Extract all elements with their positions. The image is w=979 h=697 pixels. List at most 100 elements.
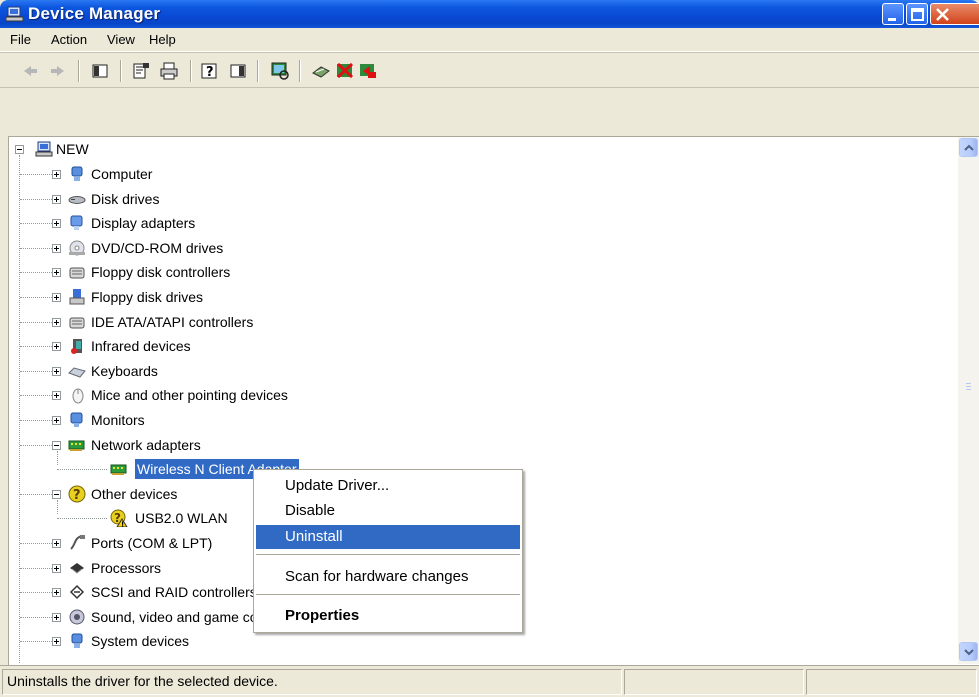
tree-root-label[interactable]: NEW [56, 139, 89, 159]
tree-connector [20, 568, 56, 570]
menu-update-driver[interactable]: Update Driver... [256, 474, 520, 498]
controller-icon [69, 267, 85, 279]
expand-toggle[interactable] [52, 219, 61, 228]
expand-toggle[interactable] [52, 268, 61, 277]
menu-help[interactable]: Help [149, 32, 176, 47]
monitor-icon [70, 412, 83, 427]
vertical-scrollbar[interactable] [958, 137, 979, 664]
scroll-down-button[interactable] [959, 642, 978, 661]
tree-label: Mice and other pointing devices [91, 387, 288, 403]
expand-toggle[interactable] [52, 637, 61, 646]
expand-toggle[interactable] [52, 564, 61, 573]
unknown-device-warning-icon: ?! [110, 509, 128, 527]
show-hide-console-tree-icon[interactable] [90, 61, 110, 81]
menu-separator [256, 594, 520, 595]
help-icon[interactable]: ? [200, 61, 220, 81]
tree-connector [20, 174, 56, 176]
menu-action[interactable]: Action [51, 32, 87, 47]
menu-bar: File Action View Help [0, 28, 979, 52]
network-adapter-icon [68, 440, 85, 451]
computer-icon [35, 141, 53, 157]
menu-scan-hardware[interactable]: Scan for hardware changes [256, 565, 520, 589]
processor-icon [70, 563, 84, 574]
network-adapter-icon [110, 464, 127, 475]
tree-connector [20, 322, 56, 324]
sound-icon [69, 609, 85, 625]
display-adapter-icon [70, 215, 83, 230]
expand-toggle[interactable] [52, 195, 61, 204]
expand-toggle[interactable] [52, 293, 61, 302]
context-menu: Update Driver... Disable Uninstall Scan … [253, 469, 523, 633]
tree-label: IDE ATA/ATAPI controllers [91, 314, 254, 330]
status-text: Uninstalls the driver for the selected d… [7, 673, 278, 689]
menu-disable[interactable]: Disable [256, 499, 520, 523]
close-button[interactable] [930, 3, 979, 25]
window-title: Device Manager [28, 4, 161, 23]
tree-connector [20, 199, 56, 201]
expand-toggle[interactable] [52, 391, 61, 400]
tree-connector [20, 592, 56, 594]
tree-connector [20, 641, 56, 643]
tree-label: SCSI and RAID controllers [91, 584, 257, 600]
tree-label: Other devices [91, 486, 178, 502]
scroll-grip [966, 386, 971, 387]
minimize-button[interactable] [882, 3, 904, 25]
collapse-toggle[interactable] [52, 441, 61, 450]
tree-label: System devices [91, 633, 190, 649]
tree-connector [20, 395, 56, 397]
maximize-button[interactable] [906, 3, 928, 25]
print-icon[interactable] [159, 61, 179, 81]
cd-rom-icon [69, 240, 85, 256]
collapse-toggle[interactable] [15, 145, 24, 154]
scroll-up-button[interactable] [959, 138, 978, 157]
toolbar: ? [0, 52, 979, 88]
menu-view[interactable]: View [107, 32, 135, 47]
tree-label: Ports (COM & LPT) [91, 535, 213, 551]
collapse-toggle[interactable] [52, 490, 61, 499]
tree-connector [20, 272, 56, 274]
toolbar-separator [299, 60, 301, 82]
expand-toggle[interactable] [52, 170, 61, 179]
tree-label: Keyboards [91, 363, 158, 379]
tree-label: Network adapters [91, 437, 201, 453]
tree-connector [20, 420, 56, 422]
tree-connector [57, 518, 107, 520]
menu-uninstall[interactable]: Uninstall [256, 525, 520, 549]
tree-label: Floppy disk drives [91, 289, 204, 305]
expand-toggle[interactable] [52, 318, 61, 327]
expand-toggle[interactable] [52, 613, 61, 622]
mouse-icon [72, 388, 84, 404]
expand-toggle[interactable] [52, 367, 61, 376]
back-icon[interactable] [20, 61, 40, 81]
tree-label: Floppy disk controllers [91, 264, 231, 280]
expand-toggle[interactable] [52, 539, 61, 548]
scan-hardware-icon[interactable] [270, 61, 290, 81]
computer-icon [71, 166, 83, 181]
disable-device-icon[interactable] [335, 61, 355, 81]
forward-icon[interactable] [48, 61, 68, 81]
properties-icon[interactable] [131, 61, 151, 81]
svg-text:?: ? [73, 488, 81, 503]
uninstall-device-icon[interactable] [358, 61, 378, 81]
svg-text:?: ? [206, 65, 214, 80]
tree-connector [20, 617, 56, 619]
tree-connector [20, 223, 56, 225]
tree-connector [20, 371, 56, 373]
infrared-icon [71, 339, 82, 354]
tree-connector [57, 451, 59, 465]
tree-label: Processors [91, 560, 162, 576]
tree-label: Disk drives [91, 191, 160, 207]
expand-toggle[interactable] [52, 244, 61, 253]
title-bar[interactable]: Device Manager [0, 0, 979, 28]
menu-properties[interactable]: Properties [256, 604, 520, 628]
expand-toggle[interactable] [52, 416, 61, 425]
expand-toggle[interactable] [52, 588, 61, 597]
floppy-drive-icon [69, 289, 85, 305]
tree-connector [20, 445, 56, 447]
update-driver-icon[interactable] [311, 61, 331, 81]
tree-label: Display adapters [91, 215, 196, 231]
menu-file[interactable]: File [10, 32, 31, 47]
expand-toggle[interactable] [52, 342, 61, 351]
show-hide-action-pane-icon[interactable] [228, 61, 248, 81]
tree-connector [57, 500, 59, 514]
